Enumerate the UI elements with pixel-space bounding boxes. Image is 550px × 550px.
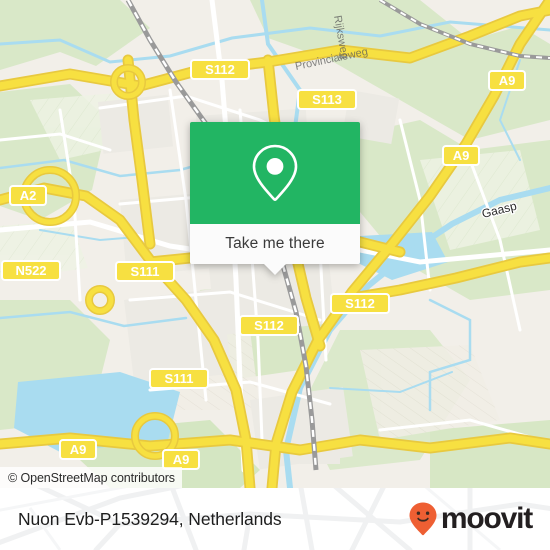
- take-me-there-label: Take me there: [225, 235, 325, 252]
- svg-text:S112: S112: [254, 318, 284, 333]
- map-screen: Rijksweg Provincialeweg Gaasp S112 S113 A9…: [0, 0, 550, 550]
- popup-header: [190, 122, 360, 224]
- svg-text:S113: S113: [312, 92, 342, 107]
- moovit-smiley-pin-icon: [409, 502, 437, 536]
- place-title: Nuon Evb-P1539294, Netherlands: [18, 488, 282, 550]
- road-shield-s111: S111: [115, 261, 175, 282]
- road-shield-a9: A9: [59, 439, 97, 460]
- svg-text:S111: S111: [165, 371, 194, 386]
- svg-text:A9: A9: [70, 442, 87, 457]
- osm-attribution-text: © OpenStreetMap contributors: [8, 470, 175, 485]
- svg-text:A2: A2: [20, 188, 37, 203]
- road-shield-a2: A2: [9, 185, 47, 206]
- moovit-logo[interactable]: moovit: [408, 488, 533, 550]
- map-canvas[interactable]: Rijksweg Provincialeweg Gaasp S112 S113 A9…: [0, 0, 550, 488]
- popup-pointer: [264, 264, 286, 275]
- footer-bar: Nuon Evb-P1539294, Netherlands moovit: [0, 488, 550, 550]
- svg-text:S112: S112: [205, 62, 235, 77]
- osm-attribution: © OpenStreetMap contributors: [0, 467, 182, 488]
- svg-text:A9: A9: [453, 148, 470, 163]
- place-title-text: Nuon Evb-P1539294, Netherlands: [18, 508, 282, 529]
- road-shield-s112: S112: [190, 59, 250, 80]
- svg-text:A9: A9: [173, 452, 190, 467]
- svg-text:N522: N522: [15, 263, 46, 278]
- road-shield-n522: N522: [1, 260, 61, 281]
- take-me-there-button[interactable]: Take me there: [190, 224, 360, 264]
- road-shield-s112: S112: [330, 293, 390, 314]
- road-shield-s113: S113: [297, 89, 357, 110]
- svg-text:A9: A9: [499, 73, 516, 88]
- moovit-wordmark: moovit: [440, 502, 533, 535]
- svg-text:S111: S111: [131, 264, 160, 279]
- destination-popup-card[interactable]: Take me there: [190, 122, 360, 275]
- svg-text:S112: S112: [345, 296, 375, 311]
- road-shield-s112: S112: [239, 315, 299, 336]
- road-shield-a9: A9: [442, 145, 480, 166]
- road-shield-s111: S111: [149, 368, 209, 389]
- road-shield-a9: A9: [488, 70, 526, 91]
- map-pin-icon: [252, 144, 298, 201]
